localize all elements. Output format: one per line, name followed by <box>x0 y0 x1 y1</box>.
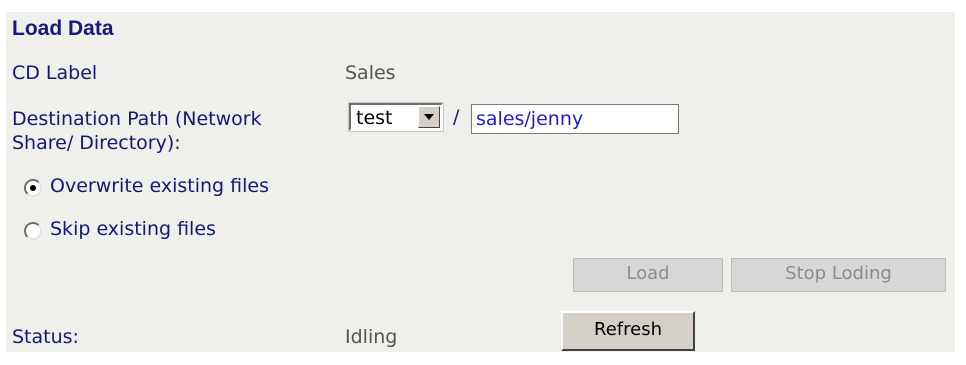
select-dropdown-button[interactable] <box>418 106 440 128</box>
share-select[interactable]: test <box>349 103 443 131</box>
radio-dot <box>30 185 36 191</box>
skip-label: Skip existing files <box>50 218 216 240</box>
overwrite-label: Overwrite existing files <box>50 175 269 197</box>
overwrite-option[interactable]: Overwrite existing files <box>24 174 344 200</box>
cd-label-value: Sales <box>345 62 396 84</box>
stop-loading-button[interactable]: Stop Loding <box>731 258 946 292</box>
directory-input-value: sales/jenny <box>476 108 584 130</box>
share-select-value: test <box>356 107 393 129</box>
status-value: Idling <box>345 326 398 348</box>
load-button[interactable]: Load <box>573 258 723 292</box>
refresh-button[interactable]: Refresh <box>561 311 695 351</box>
destination-label-line1: Destination Path (Network <box>12 108 262 130</box>
radio-unselected-icon[interactable] <box>24 222 42 240</box>
path-separator: / <box>453 106 460 128</box>
status-label: Status: <box>12 326 79 348</box>
section-title: Load Data <box>12 17 114 40</box>
skip-option[interactable]: Skip existing files <box>24 217 344 243</box>
cd-label-label: CD Label <box>12 62 98 84</box>
load-data-panel: Load Data CD Label Sales Destination Pat… <box>6 12 955 352</box>
chevron-down-icon <box>424 114 434 120</box>
radio-selected-icon[interactable] <box>24 179 42 197</box>
destination-label-line2: Share/ Directory): <box>12 132 181 154</box>
directory-input[interactable]: sales/jenny <box>471 104 679 134</box>
